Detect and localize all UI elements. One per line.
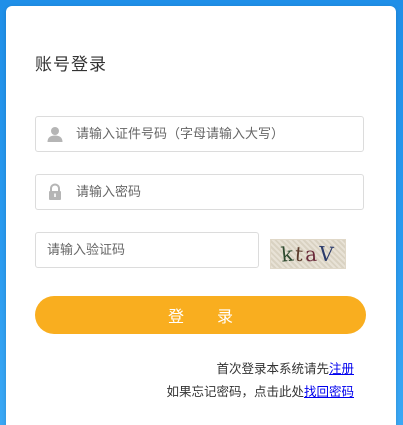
captcha-char: a [304, 241, 320, 267]
forgot-password-text: 如果忘记密码，点击此处 [166, 384, 304, 399]
captcha-input[interactable] [47, 233, 247, 267]
retrieve-password-link[interactable]: 找回密码 [304, 384, 354, 399]
user-icon [46, 125, 64, 143]
captcha-char: V [318, 241, 337, 267]
id-number-field[interactable] [35, 116, 364, 152]
register-link[interactable]: 注册 [329, 361, 354, 376]
password-field[interactable] [35, 174, 364, 210]
forgot-password-hint: 如果忘记密码，点击此处找回密码 [166, 381, 354, 400]
password-input[interactable] [76, 175, 356, 209]
id-number-input[interactable] [76, 117, 356, 151]
login-card: 账号登录 k t a V 登 录 首次登录本系统请先注册 [6, 6, 396, 425]
lock-icon [46, 183, 64, 201]
register-hint-text: 首次登录本系统请先 [216, 361, 329, 376]
login-button[interactable]: 登 录 [35, 296, 366, 334]
register-hint: 首次登录本系统请先注册 [216, 358, 354, 377]
captcha-image[interactable]: k t a V [270, 239, 346, 269]
captcha-field[interactable] [35, 232, 259, 268]
page-title: 账号登录 [35, 55, 107, 75]
